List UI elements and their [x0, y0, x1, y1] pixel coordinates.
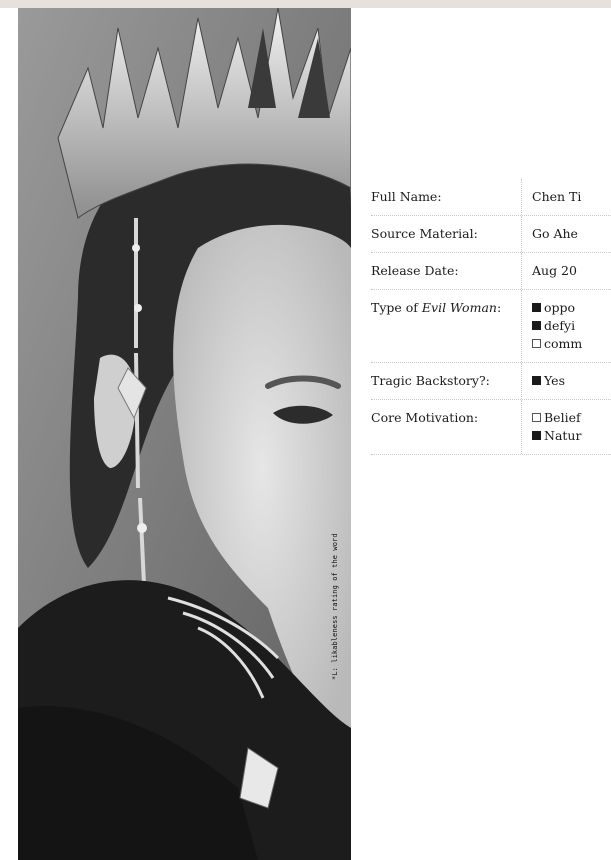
- row-core-motivation: Core Motivation: Belief Natur: [371, 400, 611, 455]
- release-date-value: Aug 20: [521, 253, 611, 289]
- motivation-option-label: Belief: [544, 410, 581, 425]
- type-option: comm: [532, 335, 611, 353]
- checkbox-icon: [532, 413, 541, 422]
- release-date-label: Release Date:: [371, 263, 459, 278]
- full-name-value: Chen Ti: [521, 179, 611, 215]
- tragic-backstory-label: Tragic Backstory?:: [371, 373, 490, 388]
- motivation-option-label: Natur: [544, 428, 582, 443]
- motivation-option: Belief: [532, 409, 611, 427]
- row-source-material: Source Material: Go Ahe: [371, 216, 611, 253]
- checkbox-icon: [532, 431, 541, 440]
- row-full-name: Full Name: Chen Ti: [371, 179, 611, 216]
- row-type: Type of Evil Woman: oppo defyi comm: [371, 290, 611, 363]
- portrait-illustration: [18, 8, 351, 860]
- motivation-option: Natur: [532, 427, 611, 445]
- type-option: defyi: [532, 317, 611, 335]
- profile-table: Full Name: Chen Ti Source Material: Go A…: [371, 179, 611, 455]
- checkbox-icon: [532, 321, 541, 330]
- type-option: oppo: [532, 299, 611, 317]
- profile-card: Full Name: Chen Ti Source Material: Go A…: [351, 129, 611, 860]
- top-border: [0, 0, 611, 8]
- type-label-suffix: :: [496, 300, 502, 315]
- type-option-label: oppo: [544, 300, 576, 315]
- core-motivation-label: Core Motivation:: [371, 410, 479, 425]
- type-option-label: defyi: [544, 318, 576, 333]
- page: *L: likableness rating of the word Full …: [0, 0, 611, 860]
- full-name-label: Full Name:: [371, 189, 442, 204]
- side-note: *L: likableness rating of the word: [331, 533, 339, 680]
- checkbox-icon: [532, 339, 541, 348]
- checkbox-icon: [532, 376, 541, 385]
- core-motivation-options: Belief Natur: [521, 400, 611, 454]
- type-label: Type of Evil Woman:: [371, 290, 521, 362]
- type-label-prefix: Type of: [371, 300, 422, 315]
- type-option-label: comm: [544, 336, 583, 351]
- portrait-photo: [18, 8, 351, 860]
- backstory-option: Yes: [532, 372, 611, 390]
- backstory-option-label: Yes: [544, 373, 565, 388]
- row-release-date: Release Date: Aug 20: [371, 253, 611, 290]
- source-material-value: Go Ahe: [521, 216, 611, 252]
- row-tragic-backstory: Tragic Backstory?: Yes: [371, 363, 611, 400]
- tragic-backstory-options: Yes: [521, 363, 611, 399]
- type-options: oppo defyi comm: [521, 290, 611, 362]
- source-material-label: Source Material:: [371, 226, 478, 241]
- type-label-italic: Evil Woman: [421, 300, 497, 315]
- checkbox-icon: [532, 303, 541, 312]
